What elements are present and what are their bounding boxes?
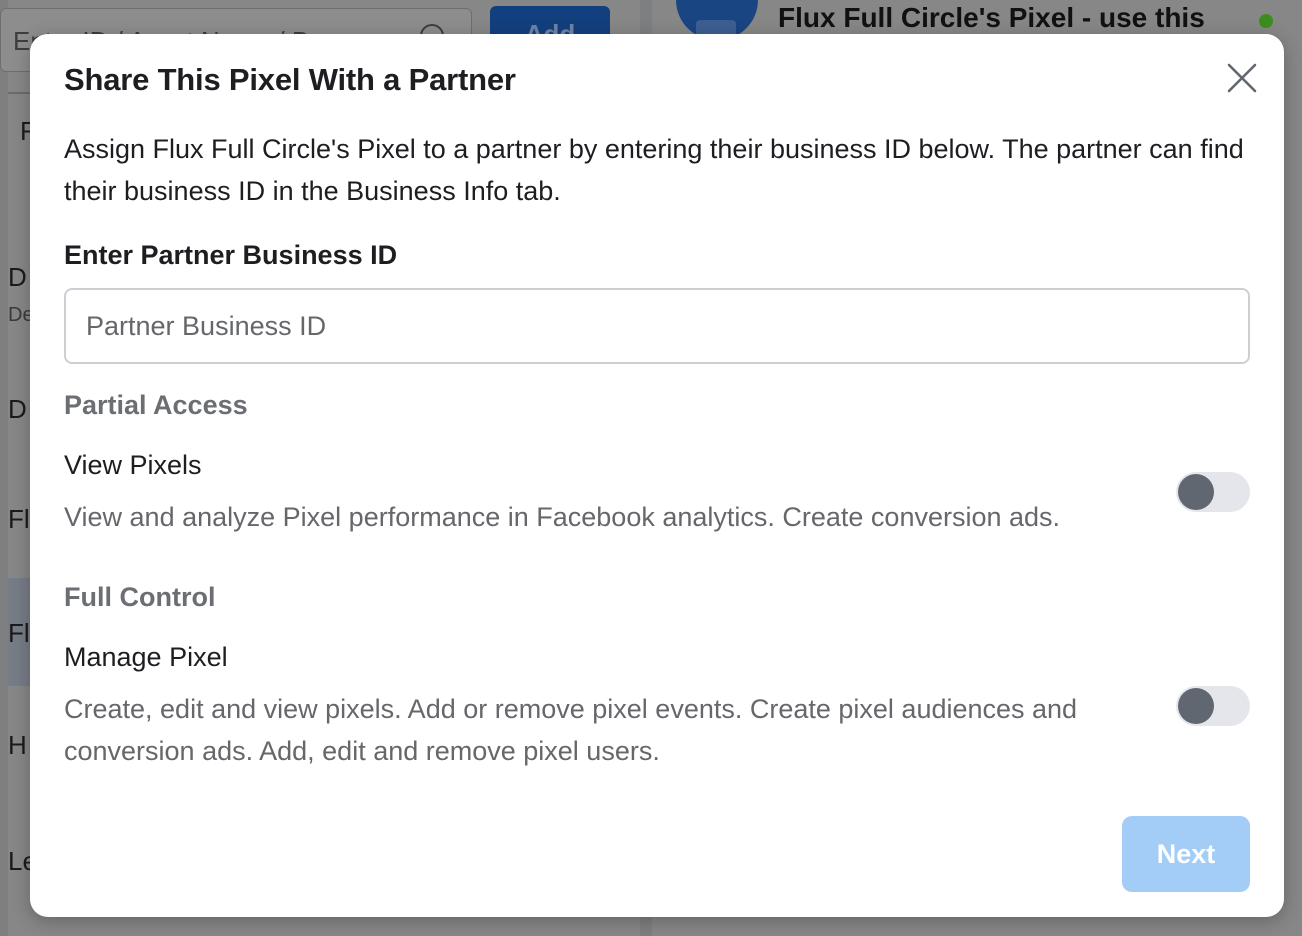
close-button[interactable] [1224,60,1260,96]
view-pixels-toggle[interactable] [1176,472,1250,512]
toggle-knob [1178,688,1214,724]
dialog-description: Assign Flux Full Circle's Pixel to a par… [64,134,1244,206]
asset-title: Flux Full Circle's Pixel - use this [778,2,1205,33]
partner-business-id-input[interactable] [64,288,1250,364]
view-pixels-description: View and analyze Pixel performance in Fa… [64,502,1061,532]
manage-pixel-title: Manage Pixel [64,642,228,672]
dialog-title: Share This Pixel With a Partner [64,62,516,97]
manage-pixel-description: Create, edit and view pixels. Add or rem… [64,694,1078,766]
share-pixel-dialog: Share This Pixel With a Partner Assign F… [30,34,1284,917]
close-icon [1227,63,1257,93]
list-item[interactable]: D [8,394,27,425]
partial-access-heading: Partial Access [64,390,248,420]
list-item[interactable]: Fl [8,504,30,535]
status-online-dot [1259,14,1273,28]
list-item[interactable]: D [8,262,27,293]
manage-pixel-toggle[interactable] [1176,686,1250,726]
list-item[interactable]: H [8,730,27,761]
next-button[interactable]: Next [1122,816,1250,892]
partner-id-label: Enter Partner Business ID [64,240,398,270]
toggle-knob [1178,474,1214,510]
view-pixels-title: View Pixels [64,450,202,480]
list-item[interactable]: Fl [8,618,30,649]
full-control-heading: Full Control [64,582,216,612]
